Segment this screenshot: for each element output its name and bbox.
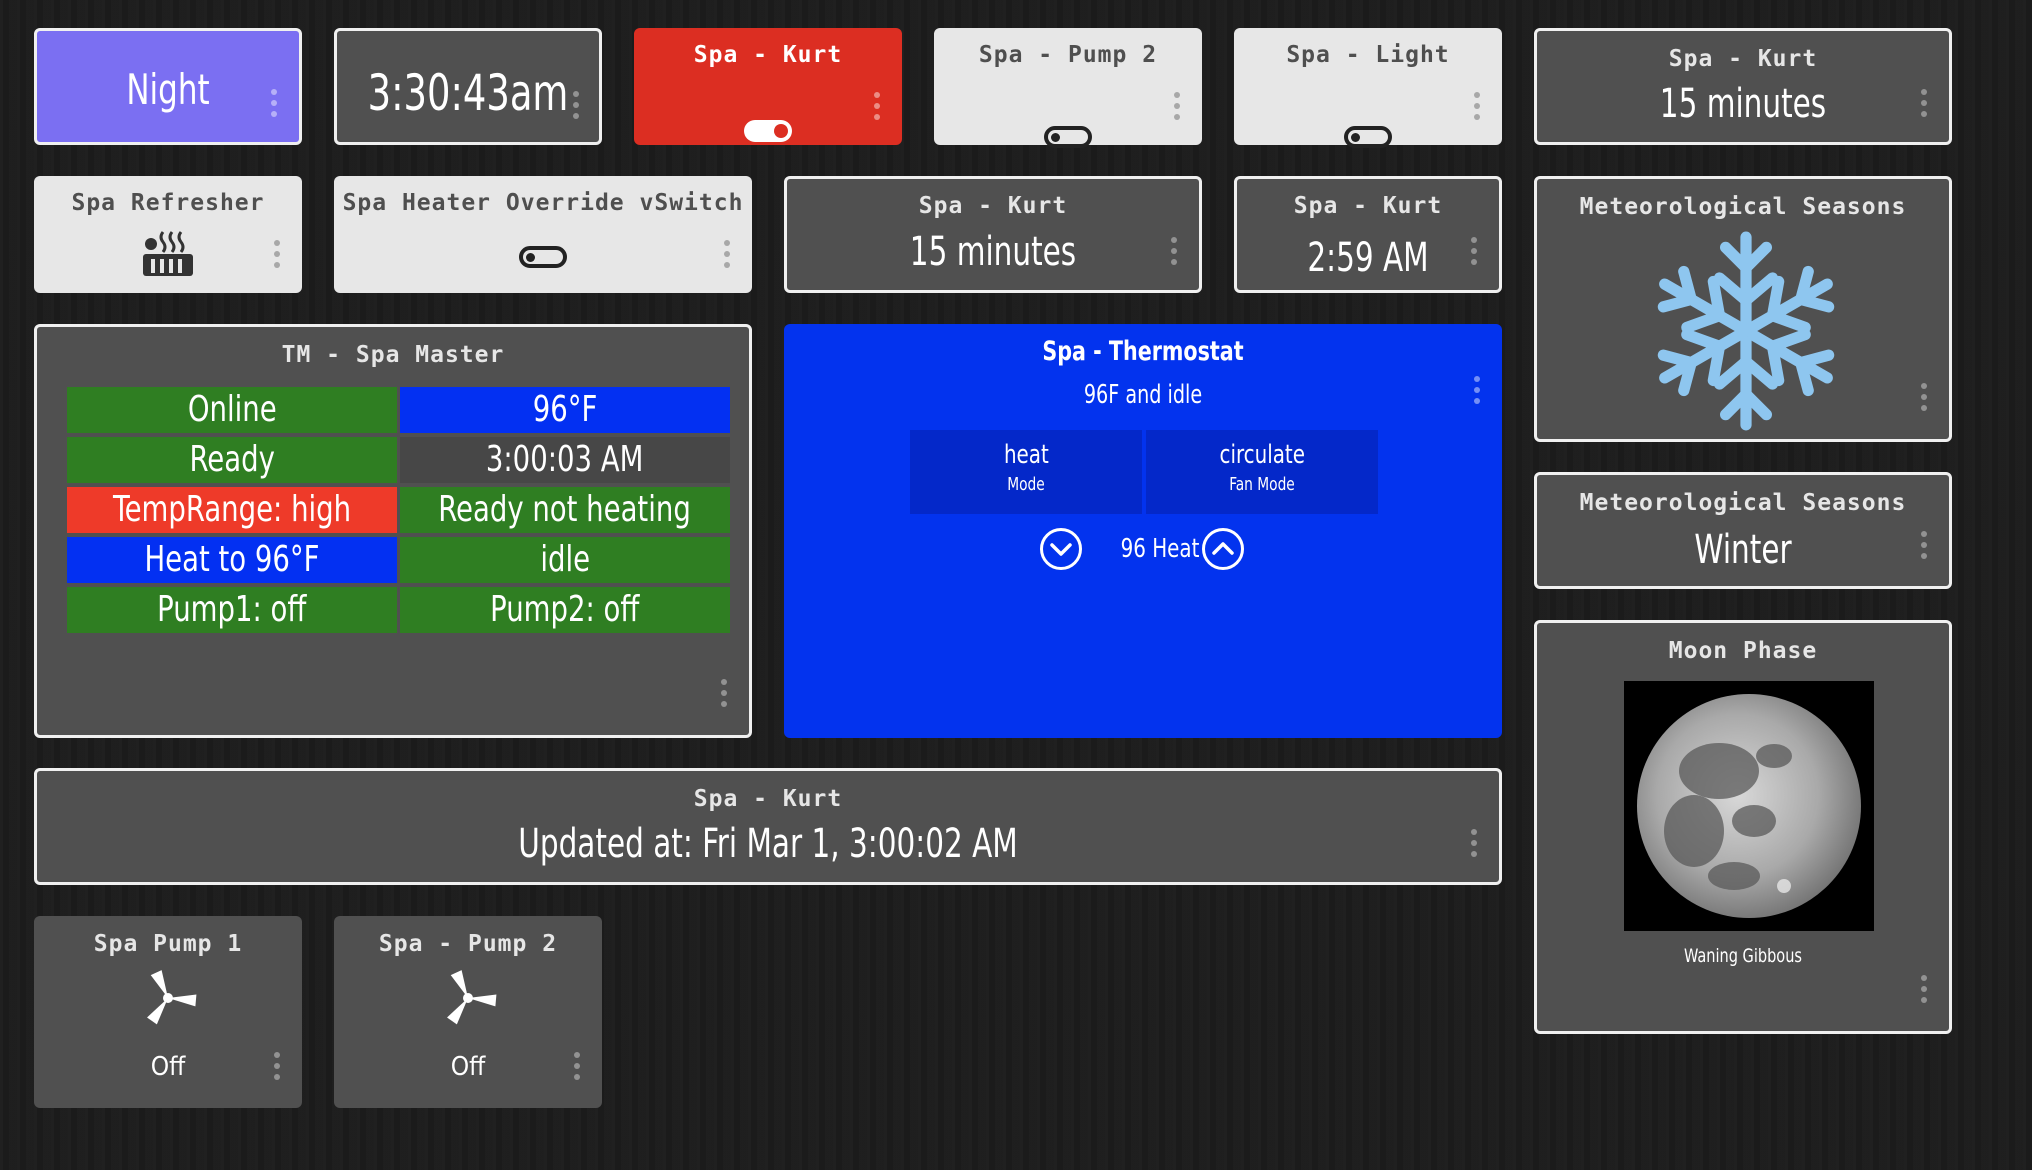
spa-master-cell: Ready (67, 437, 397, 483)
heater-override-tile[interactable]: Spa Heater Override vSwitch (334, 176, 752, 293)
tile-title: Meteorological Seasons (1579, 490, 1907, 516)
fan-mode-value: circulate (1219, 440, 1305, 470)
tile-title: Spa - Pump 2 (378, 931, 558, 957)
tile-title: Moon Phase (1668, 638, 1818, 664)
seasons-text-tile: Meteorological Seasons Winter (1534, 472, 1952, 589)
thermostat-title: Spa - Thermostat (1042, 336, 1244, 367)
spa-kurt-switch-tile[interactable]: Spa - Kurt (634, 28, 902, 145)
spa-master-cell: idle (400, 537, 730, 583)
setpoint-up-button[interactable] (1202, 528, 1244, 570)
moon-phase-tile: Moon Phase Waning Gibbous (1534, 620, 1952, 1034)
mode-label: Mode (1007, 474, 1045, 495)
spa-master-cell: Heat to 96°F (67, 537, 397, 583)
heater-icon (143, 231, 193, 276)
menu-icon[interactable] (724, 240, 730, 273)
clock-tile: 3:30:43am (334, 28, 602, 145)
time-value: 2:59 AM (1307, 235, 1429, 281)
spa-master-cell: Ready not heating (400, 487, 730, 533)
mode-value: heat (1003, 440, 1049, 470)
pump-state: Off (150, 1052, 186, 1082)
tile-title: Spa Heater Override vSwitch (342, 190, 744, 216)
menu-icon[interactable] (1921, 531, 1927, 564)
duration-value: 15 minutes (1659, 81, 1827, 127)
season-value: Winter (1694, 527, 1792, 573)
duration-value: 15 minutes (909, 229, 1077, 275)
chevron-up-icon (1212, 542, 1234, 555)
spa-master-cell: 96°F (400, 387, 730, 433)
mode-tile[interactable]: Night (34, 28, 302, 145)
spa-pump2-switch-tile[interactable]: Spa - Pump 2 (934, 28, 1202, 148)
menu-icon[interactable] (271, 89, 277, 122)
menu-icon[interactable] (721, 679, 727, 712)
menu-icon[interactable] (1921, 383, 1927, 416)
tile-title: Spa Pump 1 (93, 931, 243, 957)
mode-label: Night (126, 65, 210, 114)
fan-icon (147, 970, 197, 1025)
toggle-switch-off[interactable] (519, 246, 567, 268)
menu-icon[interactable] (1921, 975, 1927, 1008)
menu-icon[interactable] (1171, 237, 1177, 270)
chevron-down-icon (1050, 543, 1072, 556)
spa-kurt-duration-mid-tile: Spa - Kurt 15 minutes (784, 176, 1202, 293)
tile-title: Spa - Kurt (693, 786, 843, 812)
clock-time: 3:30:43am (367, 64, 569, 122)
updated-at-value: Updated at: Fri Mar 1, 3:00:02 AM (518, 821, 1018, 867)
setpoint-value: 96 Heat (1120, 534, 1200, 564)
thermostat-status: 96F and idle (1083, 380, 1203, 410)
updated-at-tile: Spa - Kurt Updated at: Fri Mar 1, 3:00:0… (34, 768, 1502, 885)
toggle-switch-on[interactable] (744, 120, 792, 142)
moon-image (1624, 681, 1874, 931)
spa-master-cell: Online (67, 387, 397, 433)
tile-title: Spa - Pump 2 (978, 42, 1158, 68)
spa-master-cell: 3:00:03 AM (400, 437, 730, 483)
menu-icon[interactable] (1474, 92, 1480, 125)
setpoint-down-button[interactable] (1040, 528, 1082, 570)
menu-icon[interactable] (1174, 92, 1180, 125)
mode-selector[interactable]: heat Mode (910, 430, 1142, 514)
fan-mode-label: Fan Mode (1229, 474, 1295, 495)
menu-icon[interactable] (274, 240, 280, 273)
seasons-icon-tile: Meteorological Seasons (1534, 176, 1952, 442)
menu-icon[interactable] (874, 92, 880, 125)
moon-phase-caption: Waning Gibbous (1684, 945, 1802, 967)
toggle-switch-off[interactable] (1044, 126, 1092, 148)
spa-kurt-time-tile: Spa - Kurt 2:59 AM (1234, 176, 1502, 293)
menu-icon[interactable] (1921, 89, 1927, 122)
menu-icon[interactable] (1474, 376, 1480, 409)
snowflake-icon (1644, 231, 1848, 433)
menu-icon[interactable] (1471, 237, 1477, 270)
tile-title: Meteorological Seasons (1579, 194, 1907, 220)
spa-light-switch-tile[interactable]: Spa - Light (1234, 28, 1502, 148)
pump2-tile[interactable]: Spa - Pump 2 Off (334, 916, 602, 1108)
tile-title: Spa - Kurt (1293, 193, 1443, 219)
tile-title: Spa - Kurt (918, 193, 1068, 219)
toggle-switch-off[interactable] (1344, 126, 1392, 148)
thermostat-tile[interactable]: Spa - Thermostat 96F and idle (784, 324, 1502, 738)
menu-icon[interactable] (573, 91, 579, 124)
spa-master-cell: Pump1: off (67, 587, 397, 633)
tile-title: Spa - Light (1286, 42, 1450, 68)
menu-icon[interactable] (574, 1052, 580, 1085)
spa-kurt-duration-tile: Spa - Kurt 15 minutes (1534, 28, 1952, 145)
fan-mode-selector[interactable]: circulate Fan Mode (1146, 430, 1378, 514)
tile-title: Spa Refresher (71, 190, 265, 216)
tile-title: Spa - Kurt (1668, 46, 1818, 72)
menu-icon[interactable] (1471, 829, 1477, 862)
menu-icon[interactable] (274, 1052, 280, 1085)
spa-master-cell: TempRange: high (67, 487, 397, 533)
fan-icon (447, 970, 497, 1025)
spa-master-tile: TM - Spa Master Online 96°F Ready 3:00:03 A… (34, 324, 752, 738)
spa-master-cell: Pump2: off (400, 587, 730, 633)
tile-title: Spa - Kurt (693, 42, 843, 68)
spa-refresher-tile[interactable]: Spa Refresher (34, 176, 302, 293)
pump1-tile[interactable]: Spa Pump 1 Off (34, 916, 302, 1108)
pump-state: Off (450, 1052, 486, 1082)
tile-title: TM - Spa Master (281, 342, 505, 368)
